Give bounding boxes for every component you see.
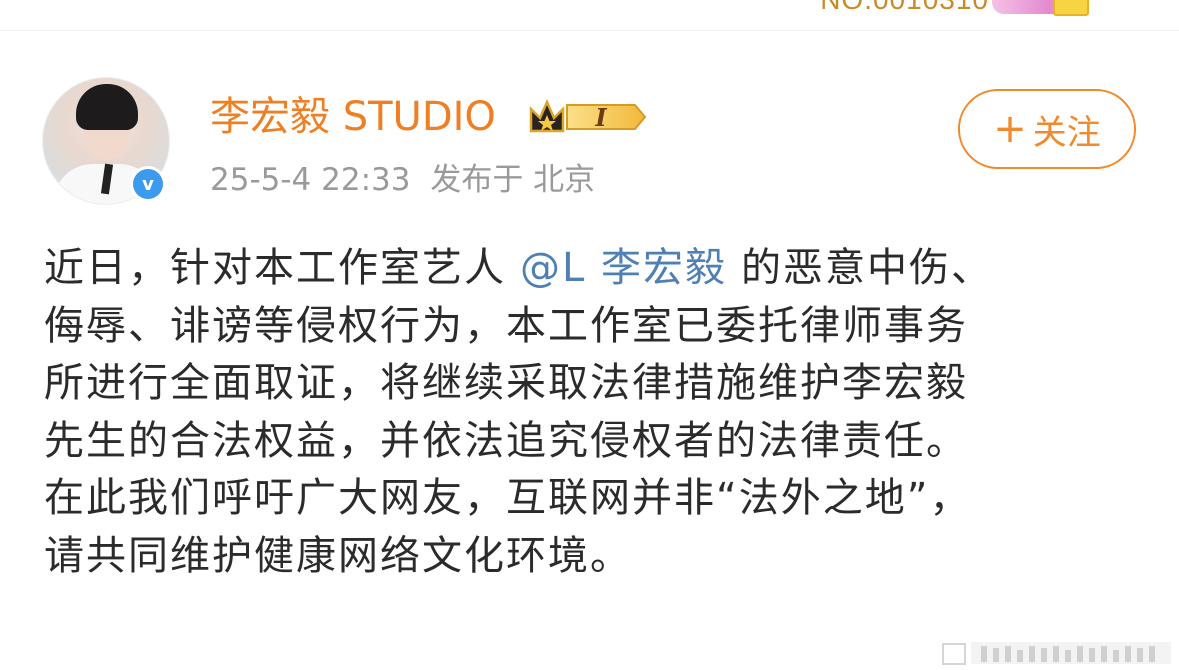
fan-card-number: NO.0010310 <box>820 0 989 16</box>
username[interactable]: 李宏毅 STUDIO <box>210 92 496 142</box>
post-timestamp[interactable]: 25-5-4 22:33 <box>210 162 410 198</box>
follow-label: 关注 <box>1032 112 1101 153</box>
post-content: 近日，针对本工作室艺人 @L 李宏毅 的恶意中伤、 侮辱、诽谤等侵权行为，本工作室已… <box>44 240 1144 585</box>
post-location: 发布于 北京 <box>430 162 596 198</box>
follow-button[interactable]: + 关注 <box>958 89 1136 169</box>
content-line: 在此我们呼吁广大网友，互联网并非“法外之地”， <box>44 475 972 521</box>
plus-icon: + <box>993 106 1027 152</box>
mention-link[interactable]: @L 李宏毅 <box>520 245 727 291</box>
content-line: 近日，针对本工作室艺人 @L 李宏毅 的恶意中伤、 <box>44 245 993 291</box>
content-line: 所进行全面取证，将继续采取法律措施维护李宏毅 <box>44 360 968 406</box>
watermark-icon <box>942 642 1171 665</box>
content-line: 请共同维护健康网络文化环境。 <box>44 532 632 579</box>
verified-icon: v <box>130 166 166 202</box>
weibo-post-page: NO.0010310 v 李宏毅 STUDIO I 25-5-4 22:33 发… <box>0 0 1179 670</box>
vip-crown-badge-icon[interactable]: I <box>527 97 647 137</box>
vip-level-text: I <box>594 103 607 132</box>
content-line: 先生的合法权益，并依法追究侵权者的法律责任。 <box>44 417 968 464</box>
content-line: 侮辱、诽谤等侵权行为，本工作室已委托律师事务 <box>44 302 968 349</box>
fan-card-coin-icon <box>1053 0 1089 16</box>
post-meta: 25-5-4 22:33 发布于 北京 <box>210 158 605 202</box>
top-cropped-strip: NO.0010310 <box>0 0 1179 31</box>
